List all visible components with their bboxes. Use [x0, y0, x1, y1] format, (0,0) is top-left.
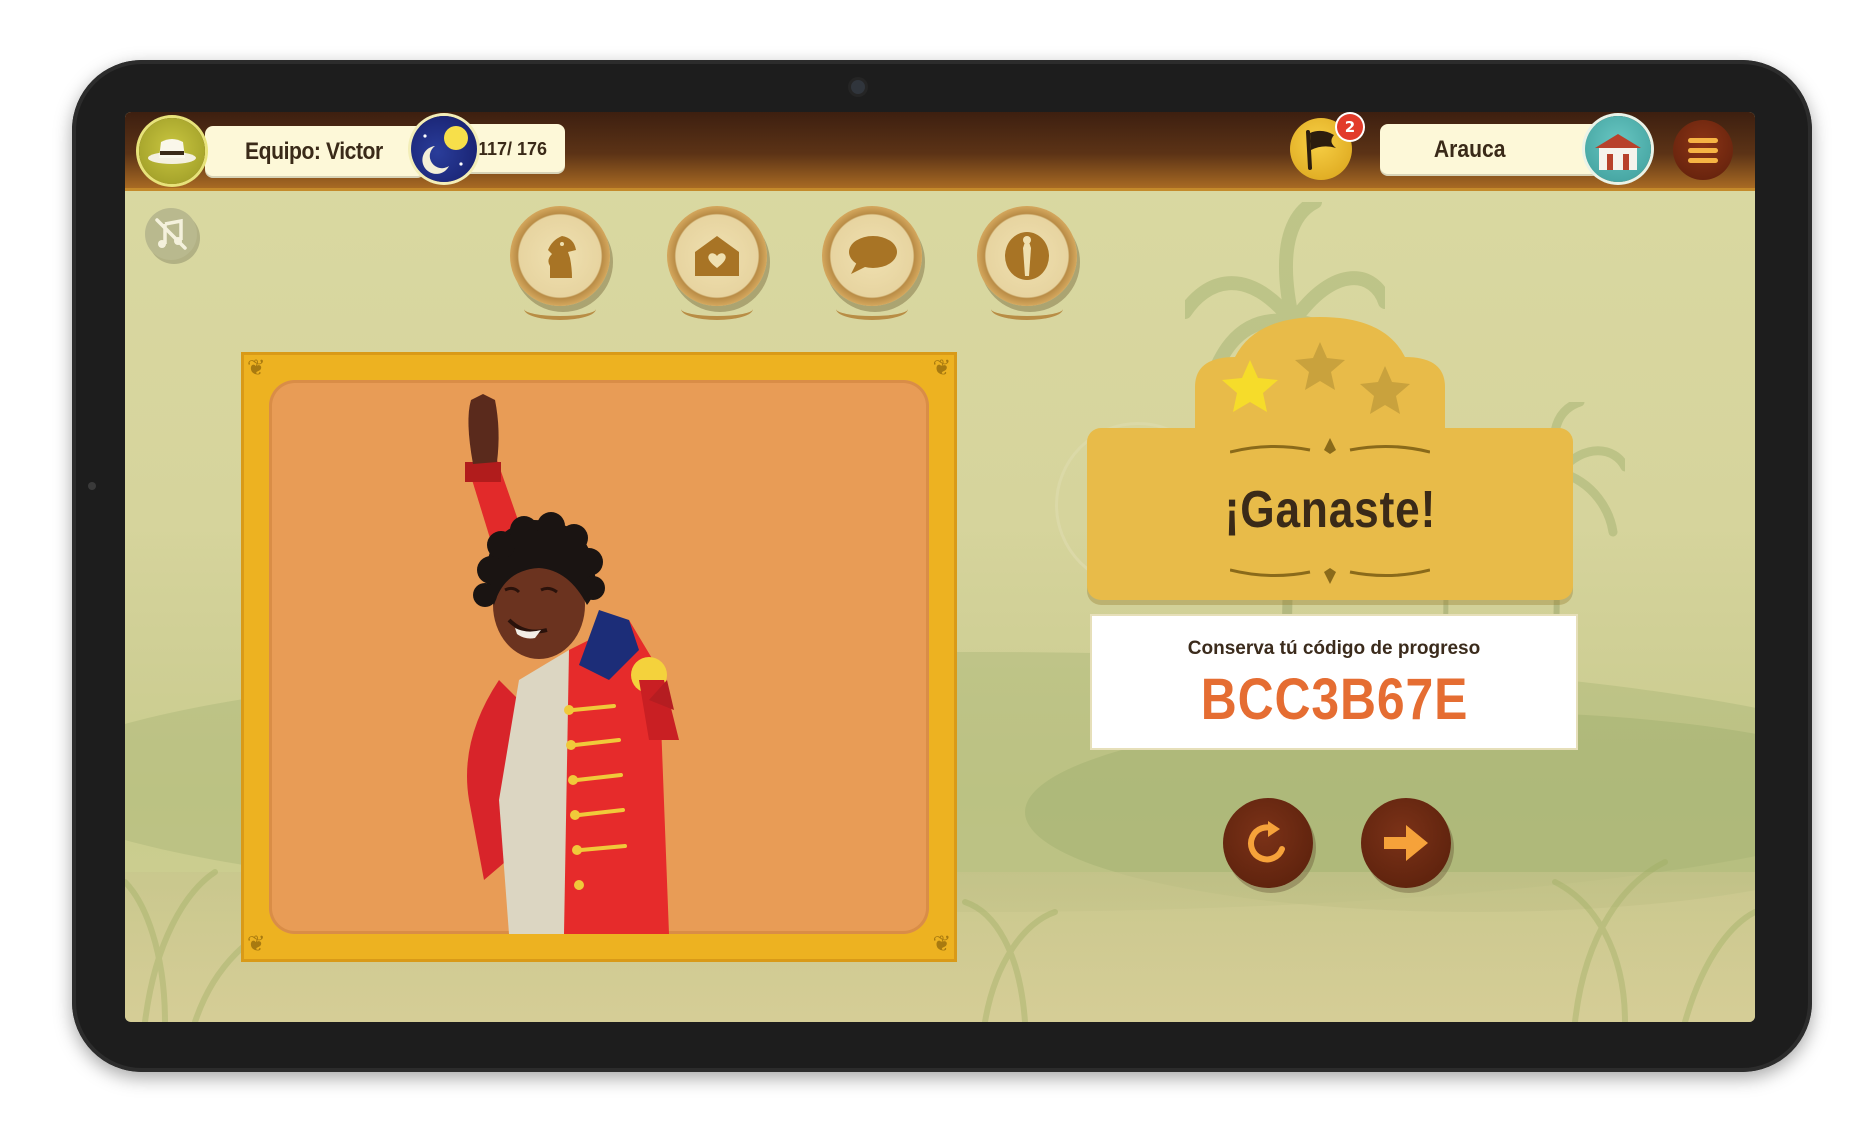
location-label: Arauca: [1434, 136, 1506, 163]
picture-frame: ❦ ❦ ❦ ❦: [241, 352, 957, 962]
star-rating: [1222, 342, 1410, 414]
progress-code-card: Conserva tú código de progreso BCC3B67E: [1092, 616, 1576, 748]
frame-ornament: ❦: [247, 932, 266, 957]
team-name-label: Equipo: Victor: [245, 138, 383, 165]
category-horse-medallion[interactable]: [510, 206, 610, 320]
horse-icon: [548, 236, 576, 278]
music-off-icon: [155, 218, 187, 250]
mute-music-button[interactable]: [145, 208, 197, 260]
hat-icon: [148, 139, 196, 164]
next-button[interactable]: [1361, 798, 1451, 888]
top-bar: Equipo: Victor 117/ 176 2 Arauca: [125, 112, 1755, 191]
progress-code-value: BCC3B67E: [1200, 667, 1468, 732]
notification-badge: 2: [1337, 114, 1363, 140]
frame-ornament: ❦: [247, 356, 266, 381]
house-heart-icon: [695, 236, 739, 276]
hero-character-illustration: [465, 394, 679, 934]
location-pill: Arauca: [1380, 124, 1600, 176]
flourish-ornament: [1230, 568, 1430, 584]
character-icon: [1005, 232, 1049, 280]
frame-ornament: ❦: [932, 932, 951, 957]
location-badge[interactable]: [1585, 116, 1651, 182]
hamburger-icon: [1688, 137, 1718, 143]
character-portrait: [269, 380, 929, 934]
star-filled-icon: [1222, 360, 1278, 412]
retry-button[interactable]: [1223, 798, 1313, 888]
speech-bubble-icon: [849, 236, 897, 274]
camera-dot: [851, 80, 865, 94]
game-screen: Equipo: Victor 117/ 176 2 Arauca ❦ ❦ ❦ ❦…: [125, 112, 1755, 1022]
category-character-medallion[interactable]: [977, 206, 1077, 320]
moon-sun-icon: [422, 126, 468, 174]
team-avatar[interactable]: [139, 118, 205, 184]
frame-ornament: ❦: [932, 356, 951, 381]
house-icon: [1595, 134, 1641, 170]
refresh-icon: [1248, 821, 1285, 863]
side-sensor: [88, 482, 96, 490]
night-day-badge: [411, 116, 477, 182]
win-banner: ¡Ganaste!: [1087, 428, 1573, 600]
team-name-pill: Equipo: Victor: [205, 126, 425, 178]
progress-code-label: Conserva tú código de progreso: [1187, 638, 1481, 659]
win-title: ¡Ganaste!: [1224, 481, 1436, 539]
star-empty-icon: [1360, 366, 1410, 414]
category-dialogue-medallion[interactable]: [822, 206, 922, 320]
progress-counter: 117/ 176: [477, 138, 547, 159]
arrow-right-icon: [1384, 825, 1428, 861]
menu-button[interactable]: [1673, 120, 1733, 180]
category-home-medallion[interactable]: [667, 206, 767, 320]
flourish-ornament: [1230, 438, 1430, 454]
star-empty-icon: [1295, 342, 1345, 390]
